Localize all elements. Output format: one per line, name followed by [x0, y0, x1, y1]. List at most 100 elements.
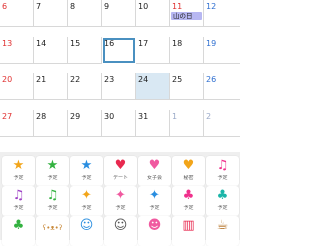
star-icon: ★ [46, 158, 59, 173]
calendar-day-cell[interactable]: 23 [102, 73, 136, 100]
sticker-button[interactable]: ʕ•ᴥ•ʔ [36, 216, 69, 246]
sticker-button[interactable]: ♥ デート [104, 156, 137, 186]
smiley-face-icon: ☺ [113, 218, 128, 233]
calendar-day-cell[interactable]: 31 [136, 110, 170, 137]
calendar-day-cell[interactable]: 15 [68, 37, 102, 64]
day-number: 24 [138, 75, 149, 84]
sticker-button[interactable]: ♣ 予定 [206, 186, 239, 216]
day-number: 9 [104, 2, 110, 11]
calendar-week-row: 6 7 8 9 10 11 山の日 12 [0, 0, 240, 27]
sticker-button[interactable]: ♣ [2, 216, 35, 246]
month-calendar: 6 7 8 9 10 11 山の日 12 13 14 15 16 17 18 19 20 21 22 23 24 25 2… [0, 0, 240, 140]
sticker-button[interactable]: ☻ [138, 216, 171, 246]
calendar-day-cell[interactable]: 22 [68, 73, 102, 100]
calendar-day-cell[interactable]: 28 [34, 110, 68, 137]
music-note-icon: ♫ [46, 188, 59, 203]
day-number: 1 [172, 112, 178, 121]
calendar-day-cell[interactable]: 17 [136, 37, 170, 64]
sticker-button[interactable]: ♫ 予定 [206, 156, 239, 186]
sparkle-icon: ✦ [81, 188, 92, 203]
sticker-button[interactable]: ✦ 予定 [104, 186, 137, 216]
calendar-day-cell[interactable]: 24 [136, 73, 170, 100]
calendar-day-cell[interactable]: 25 [170, 73, 204, 100]
sticker-button[interactable]: ★ 予定 [2, 156, 35, 186]
day-number: 14 [36, 39, 47, 48]
sticker-label: 予定 [47, 205, 58, 211]
day-number: 6 [2, 2, 8, 11]
sticker-button[interactable]: ✦ 予定 [138, 186, 171, 216]
sticker-button[interactable]: ▥ [172, 216, 205, 246]
calendar-day-cell[interactable]: 16 [102, 37, 136, 64]
calendar-day-cell[interactable]: 20 [0, 73, 34, 100]
day-number: 2 [206, 112, 212, 121]
sticker-button[interactable]: ★ 予定 [36, 156, 69, 186]
sticker-button[interactable]: ♫ 予定 [36, 186, 69, 216]
calendar-day-cell[interactable]: 18 [170, 37, 204, 64]
sticker-button[interactable]: ♥ 女子会 [138, 156, 171, 186]
day-number: 16 [104, 39, 115, 48]
day-number: 31 [138, 112, 149, 121]
sticker-button[interactable]: ☺ [70, 216, 103, 246]
clover-icon: ♣ [182, 188, 195, 203]
music-note-icon: ♫ [12, 188, 25, 203]
smiley-face-icon: ☺ [79, 218, 94, 233]
day-number: 22 [70, 75, 81, 84]
calendar-day-cell[interactable]: 9 [102, 0, 136, 27]
sparkle-icon: ✦ [115, 188, 126, 203]
calendar-day-cell[interactable]: 12 [204, 0, 240, 27]
sticker-label: デート [112, 175, 128, 181]
calendar-week-row: 20 21 22 23 24 25 26 [0, 73, 240, 100]
day-number: 8 [70, 2, 76, 11]
day-number: 10 [138, 2, 149, 11]
calendar-day-cell[interactable]: 11 山の日 [170, 0, 204, 27]
calendar-day-cell[interactable]: 21 [34, 73, 68, 100]
sticker-button[interactable]: ✦ 予定 [70, 186, 103, 216]
day-number: 12 [206, 2, 217, 11]
sticker-button[interactable]: ☕ [206, 216, 239, 246]
sticker-palette: ★ 予定 ★ 予定 ★ 予定 ♥ デート ♥ 女子会 ♥ 秘密 ♫ 予定 ♫ 予定 ♫ 予定 ✦ 予定 ✦ 予定 ✦ 予定 ♣ 予… [0, 152, 240, 246]
day-number: 26 [206, 75, 217, 84]
sticker-button[interactable]: ☺ [104, 216, 137, 246]
calendar-day-cell[interactable]: 27 [0, 110, 34, 137]
music-note-icon: ♫ [216, 158, 229, 173]
calendar-day-cell[interactable]: 13 [0, 37, 34, 64]
day-number: 17 [138, 39, 149, 48]
day-number: 13 [2, 39, 13, 48]
calendar-day-cell[interactable]: 10 [136, 0, 170, 27]
girl-face-icon: ☻ [147, 218, 162, 233]
calendar-day-cell[interactable]: 7 [34, 0, 68, 27]
sticker-label: 予定 [149, 205, 160, 211]
day-number: 19 [206, 39, 217, 48]
calendar-day-cell[interactable]: 1 [170, 110, 204, 137]
calendar-week-row: 13 14 15 16 17 18 19 [0, 37, 240, 64]
sticker-label: 予定 [217, 175, 228, 181]
calendar-day-cell[interactable]: 19 [204, 37, 240, 64]
sticker-button[interactable]: ♥ 秘密 [172, 156, 205, 186]
day-number: 15 [70, 39, 81, 48]
day-number: 20 [2, 75, 13, 84]
calendar-day-cell[interactable]: 30 [102, 110, 136, 137]
sticker-button[interactable]: ★ 予定 [70, 156, 103, 186]
calendar-day-cell[interactable]: 6 [0, 0, 34, 27]
heart-icon: ♥ [148, 158, 161, 173]
day-number: 7 [36, 2, 42, 11]
calendar-day-cell[interactable]: 14 [34, 37, 68, 64]
day-number: 29 [70, 112, 81, 121]
sticker-label: 予定 [183, 205, 194, 211]
calendar-day-cell[interactable]: 29 [68, 110, 102, 137]
sticker-button[interactable]: ♣ 予定 [172, 186, 205, 216]
event-chip[interactable]: 山の日 [171, 12, 202, 20]
day-number: 21 [36, 75, 47, 84]
day-number: 25 [172, 75, 183, 84]
calendar-day-cell[interactable]: 8 [68, 0, 102, 27]
sticker-label: 予定 [217, 205, 228, 211]
day-number: 23 [104, 75, 115, 84]
sticker-label: 予定 [47, 175, 58, 181]
star-icon: ★ [12, 158, 25, 173]
coffee-cup-icon: ☕ [216, 218, 229, 233]
calendar-day-cell[interactable]: 26 [204, 73, 240, 100]
calendar-day-cell[interactable]: 2 [204, 110, 240, 137]
day-number: 18 [172, 39, 183, 48]
sticker-button[interactable]: ♫ 予定 [2, 186, 35, 216]
cake-icon: ▥ [182, 218, 195, 233]
